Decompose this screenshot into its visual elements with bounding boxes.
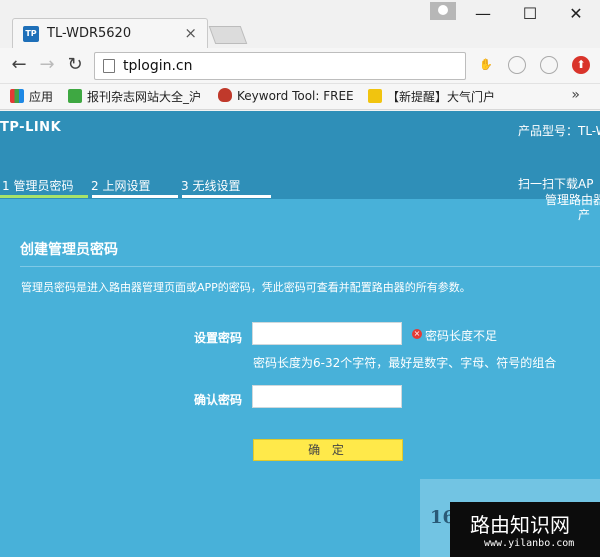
extension-hand-icon[interactable]: ✋ (477, 56, 495, 74)
new-tab-button[interactable] (208, 26, 248, 44)
step-2-indicator (92, 195, 178, 198)
page-icon (103, 59, 115, 73)
qr-product-text: 产 (578, 208, 591, 222)
url-text[interactable]: tplogin.cn (123, 58, 193, 74)
bookmark-apps[interactable]: 应用 (10, 88, 53, 106)
confirm-password-input[interactable] (252, 385, 402, 408)
bookmark-label: Keyword Tool: FREE (237, 89, 354, 103)
product-model: 产品型号：TL-W (518, 124, 600, 138)
password-error: 密码长度不足 (425, 329, 498, 343)
confirm-button[interactable]: 确 定 (253, 439, 403, 461)
divider (20, 266, 600, 267)
bookmark-label: 应用 (29, 90, 54, 104)
error-icon: × (412, 329, 422, 339)
section-title: 创建管理员密码 (20, 242, 118, 258)
tp-link-favicon-icon: TP (23, 26, 39, 42)
browser-title-bar: TP TL-WDR5620 × — ☐ ✕ (0, 0, 600, 48)
bookmark-label: 【新提醒】大气门户 (387, 90, 496, 104)
back-button[interactable]: ← (8, 54, 30, 76)
bookmark-item[interactable]: 【新提醒】大气门户 (368, 88, 504, 106)
tab-title: TL-WDR5620 (47, 26, 132, 41)
extension-icon[interactable] (540, 56, 558, 74)
browser-tab[interactable]: TP TL-WDR5620 × (12, 18, 208, 48)
reload-button[interactable]: ↻ (64, 54, 86, 76)
watermark-title: 路由知识网 (470, 513, 570, 537)
bookmarks-more-button[interactable]: » (571, 87, 580, 103)
step-3-wireless-setup: 3 无线设置 (181, 179, 241, 193)
qr-manage-text: 管理路由器 (545, 193, 600, 207)
watermark-url: www.yilanbo.com (484, 538, 575, 549)
maximize-button[interactable]: ☐ (510, 2, 550, 26)
browser-toolbar: ← → ↻ tplogin.cn ✋ ⬆ (0, 48, 600, 84)
password-input[interactable] (252, 322, 402, 345)
page-header: TP-LINK 产品型号：TL-W 1 管理员密码 2 上网设置 3 无线设置 … (0, 111, 600, 207)
close-window-button[interactable]: ✕ (556, 2, 596, 26)
bookmark-item[interactable]: Keyword Tool: FREE (218, 88, 354, 106)
green-check-icon (68, 89, 82, 103)
qr-download-text: 扫一扫下载AP (518, 177, 594, 191)
confirm-password-label: 确认密码 (194, 393, 243, 407)
address-bar[interactable]: tplogin.cn (94, 52, 466, 80)
step-1-admin-password: 1 管理员密码 (2, 179, 74, 193)
step-3-indicator (182, 195, 271, 198)
extension-icon[interactable] (508, 56, 526, 74)
bookmarks-bar: 应用 报刊杂志网站大全_沪 Keyword Tool: FREE 【新提醒】大气… (0, 84, 600, 110)
minimize-button[interactable]: — (463, 2, 503, 26)
user-icon (438, 5, 448, 15)
password-label: 设置密码 (194, 331, 243, 345)
forward-button[interactable]: → (36, 54, 58, 76)
router-setup-page: TP-LINK 产品型号：TL-W 1 管理员密码 2 上网设置 3 无线设置 … (0, 111, 600, 557)
section-description: 管理员密码是进入路由器管理页面或APP的密码，凭此密码可查看并配置路由器的所有参… (21, 281, 471, 294)
bookmark-item[interactable]: 报刊杂志网站大全_沪 (68, 88, 208, 106)
step-2-internet-setup: 2 上网设置 (91, 179, 151, 193)
flame-icon (218, 88, 232, 102)
apps-grid-icon (10, 89, 24, 103)
bookmark-label: 报刊杂志网站大全_沪 (87, 90, 202, 104)
extension-arrow-icon[interactable]: ⬆ (572, 56, 590, 74)
tab-close-icon[interactable]: × (184, 24, 197, 42)
trophy-icon (368, 89, 382, 103)
profile-button[interactable] (430, 2, 456, 20)
tp-link-logo: TP-LINK (0, 120, 62, 135)
step-1-indicator (0, 195, 88, 198)
password-hint: 密码长度为6-32个字符，最好是数字、字母、符号的组合 (253, 356, 557, 370)
